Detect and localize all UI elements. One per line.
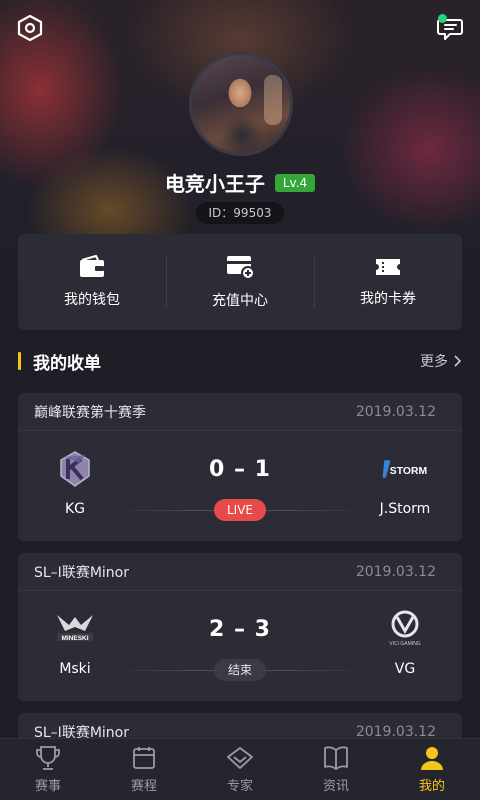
svg-text:VICI GAMING: VICI GAMING	[389, 641, 421, 647]
tab-experts[interactable]: 专家	[192, 739, 288, 800]
section-header: 我的收单 更多	[18, 349, 462, 374]
match-card[interactable]: 巅峰联赛第十赛季 2019.03.12 KG 0 – 1 LIVE STORM	[18, 393, 462, 541]
chevron-right-icon	[454, 355, 462, 367]
tab-mine[interactable]: 我的	[384, 739, 480, 800]
jstorm-logo-icon: STORM	[381, 447, 429, 491]
section-title: 我的收单	[33, 353, 101, 374]
recharge-center-button[interactable]: 充值中心	[166, 234, 314, 330]
team-name: Mski	[59, 661, 91, 677]
user-id: ID：99503	[196, 202, 284, 224]
username: 电竞小王子	[164, 172, 265, 196]
ticket-icon	[376, 259, 400, 275]
section-accent-bar	[18, 352, 21, 370]
diamond-icon	[227, 747, 253, 769]
league-name: 巅峰联赛第十赛季	[34, 404, 146, 421]
team-name: VG	[394, 661, 416, 677]
live-badge: LIVE	[214, 499, 266, 521]
vg-logo-icon: VICI GAMING	[381, 607, 429, 651]
tab-label: 赛事	[34, 779, 61, 794]
tab-label: 专家	[226, 779, 253, 794]
unread-dot	[438, 14, 447, 23]
section-title-group: 我的收单	[18, 349, 101, 374]
recharge-label: 充值中心	[212, 293, 268, 309]
match-header: SL–I联赛Minor 2019.03.12	[18, 553, 462, 591]
tab-events[interactable]: 赛事	[0, 739, 96, 800]
tab-schedule[interactable]: 赛程	[96, 739, 192, 800]
avatar[interactable]	[189, 52, 293, 156]
match-date: 2019.03.12	[355, 403, 436, 420]
level-badge: Lv.4	[274, 173, 316, 192]
team-right: VICI GAMING VG	[360, 607, 450, 677]
ended-badge: 结束	[214, 659, 266, 681]
match-header: 巅峰联赛第十赛季 2019.03.12	[18, 393, 462, 431]
avatar-photo-detail	[264, 75, 282, 125]
league-name: SL–I联赛Minor	[34, 564, 129, 581]
my-coupons-button[interactable]: 我的卡券	[314, 234, 462, 330]
user-icon	[421, 747, 443, 770]
match-body: KG 0 – 1 LIVE STORM J.Storm	[18, 431, 462, 541]
calendar-icon	[133, 747, 155, 769]
recharge-card-icon	[227, 256, 255, 280]
wallet-icon	[80, 255, 104, 277]
tab-news[interactable]: 资讯	[288, 739, 384, 800]
match-date: 2019.03.12	[355, 563, 436, 580]
svg-text:STORM: STORM	[390, 466, 427, 477]
user-info-row: 电竞小王子 Lv.4	[0, 168, 480, 197]
hexagon-settings-icon	[17, 14, 43, 42]
wallet-card: 我的钱包 充值中心 我的卡券	[18, 234, 462, 330]
trophy-icon	[36, 746, 60, 770]
more-label: 更多	[420, 354, 448, 370]
team-right: STORM J.Storm	[360, 447, 450, 517]
bottom-tab-bar: 赛事 赛程 专家 资讯 我的	[0, 738, 480, 800]
tab-label: 赛程	[130, 779, 157, 794]
settings-button[interactable]	[14, 12, 46, 44]
my-wallet-button[interactable]: 我的钱包	[18, 234, 166, 330]
coupons-label: 我的卡券	[360, 291, 416, 307]
more-link[interactable]: 更多	[420, 351, 462, 371]
tab-label: 资讯	[322, 779, 349, 794]
match-card[interactable]: SL–I联赛Minor 2019.03.12 MINESKI Mski 2 – …	[18, 553, 462, 701]
tab-label: 我的	[418, 779, 445, 794]
messages-button[interactable]	[434, 12, 466, 44]
team-name: J.Storm	[379, 501, 431, 517]
team-name: KG	[64, 501, 86, 517]
wallet-label: 我的钱包	[64, 292, 120, 308]
match-body: MINESKI Mski 2 – 3 结束 VICI GAMING VG	[18, 591, 462, 701]
book-icon	[324, 746, 348, 770]
